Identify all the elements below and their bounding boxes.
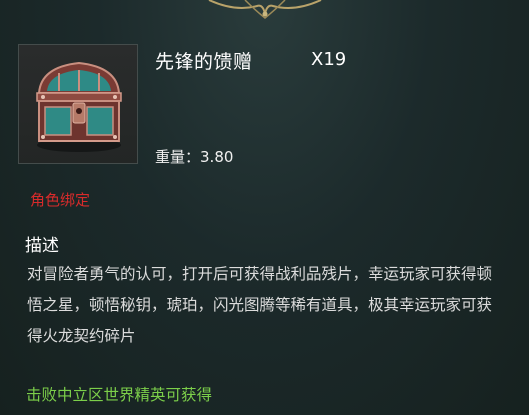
description-text: 对冒险者勇气的认可，打开后可获得战利品残片，幸运玩家可获得顿悟之星，顿悟秘钥，琥… [27, 265, 493, 345]
binding-status: 角色绑定 [30, 191, 91, 209]
description-title: 描述 [25, 236, 59, 256]
acquisition-source: 击败中立区世界精英可获得 [26, 386, 213, 404]
item-count: X19 [311, 49, 347, 70]
item-tooltip-panel: 先锋的馈赠 X19 重量：3.80 角色绑定 描述 对冒险者勇气的认可，打开后可… [0, 0, 529, 415]
weight-value: 3.80 [200, 148, 234, 166]
ornament-decoration-icon [208, 0, 322, 19]
weight-label: 重量： [155, 148, 201, 166]
treasure-chest-icon [36, 61, 122, 152]
item-name: 先锋的馈赠 [155, 51, 253, 73]
item-weight: 重量：3.80 [155, 146, 233, 167]
item-icon-frame [18, 44, 138, 164]
